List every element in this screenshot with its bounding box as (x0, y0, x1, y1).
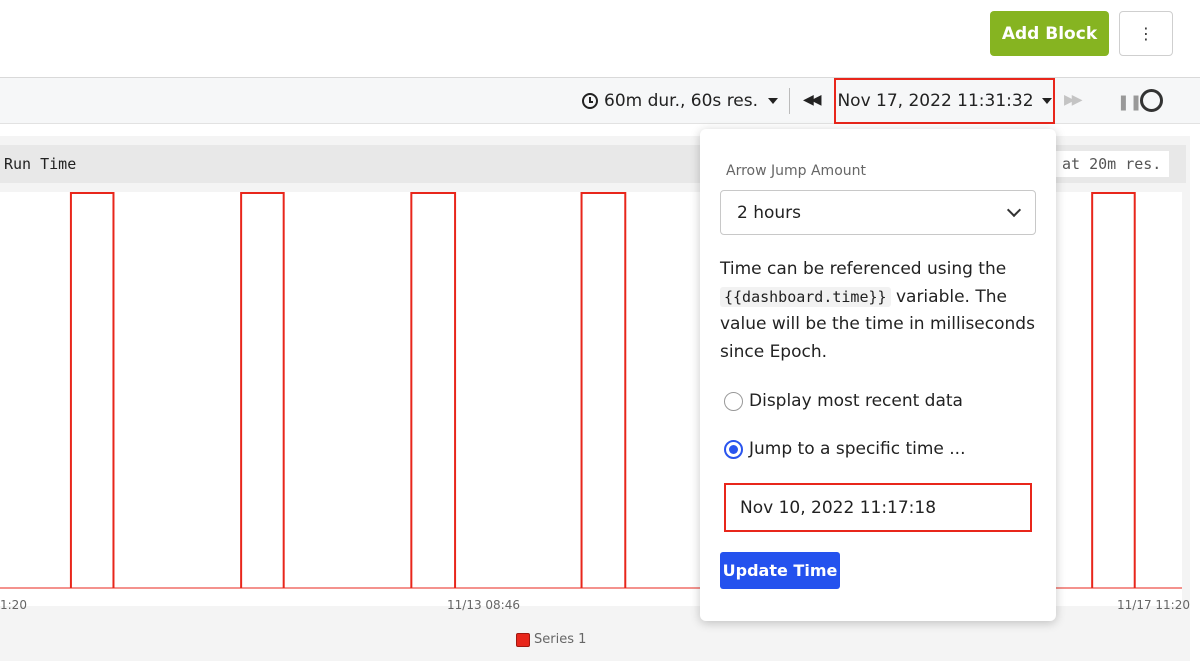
specific-time-value: Nov 10, 2022 11:17:18 (740, 497, 937, 518)
radio-most-recent[interactable]: Display most recent data (724, 391, 963, 411)
more-options-button[interactable]: ⋮ (1119, 11, 1173, 56)
current-time-label: Nov 17, 2022 11:31:32 (837, 91, 1034, 111)
series-pulse (1091, 192, 1136, 588)
chart-title: Run Time (4, 155, 77, 173)
refresh-spinner-icon (1140, 89, 1163, 112)
duration-label: 60m dur., 60s res. (604, 91, 759, 111)
specific-time-input[interactable]: Nov 10, 2022 11:17:18 (724, 483, 1032, 532)
info-text-before: Time can be referenced using the (720, 259, 1007, 279)
resolution-label: at 20m res. (1054, 151, 1170, 177)
jump-amount-value: 2 hours (737, 202, 802, 223)
series-pulse (410, 192, 457, 588)
chart-legend[interactable]: Series 1 (516, 632, 586, 647)
radio-most-recent-label: Display most recent data (749, 391, 963, 411)
x-tick-label: 1:20 (0, 598, 27, 612)
toolbar-divider (789, 88, 790, 114)
series-pulse (580, 192, 627, 588)
time-picker-popover: Arrow Jump Amount 2 hours Time can be re… (700, 129, 1056, 621)
clock-icon (582, 93, 598, 109)
top-header: Add Block ⋮ (0, 0, 1200, 78)
time-variable-info: Time can be referenced using the {{dashb… (720, 256, 1040, 366)
series-pulse (240, 192, 285, 588)
kebab-menu-icon: ⋮ (1138, 24, 1154, 43)
radio-unselected-icon[interactable] (724, 391, 743, 411)
fast-forward-icon[interactable]: ▶▶ (1064, 92, 1082, 108)
legend-swatch (516, 632, 530, 647)
time-toolbar: 60m dur., 60s res. ◀◀ Nov 17, 2022 11:31… (0, 78, 1200, 124)
duration-dropdown[interactable]: 60m dur., 60s res. (582, 89, 779, 113)
legend-label: Series 1 (534, 632, 587, 647)
radio-specific-time[interactable]: Jump to a specific time ... (724, 439, 966, 459)
radio-specific-time-label: Jump to a specific time ... (749, 439, 966, 459)
pause-icon[interactable]: ❚❚ (1117, 93, 1142, 111)
radio-selected-icon[interactable] (724, 439, 743, 459)
series-pulse (69, 192, 115, 588)
rewind-icon[interactable]: ◀◀ (803, 92, 821, 108)
jump-amount-label: Arrow Jump Amount (726, 163, 866, 179)
current-time-dropdown[interactable]: Nov 17, 2022 11:31:32 (834, 78, 1055, 124)
add-block-button[interactable]: Add Block (990, 11, 1109, 56)
caret-down-icon (768, 98, 779, 104)
update-time-button[interactable]: Update Time (720, 552, 840, 589)
chevron-down-icon (1006, 202, 1022, 217)
x-tick-label: 11/17 11:20 (1117, 598, 1190, 612)
jump-amount-select[interactable]: 2 hours (720, 190, 1036, 235)
x-tick-label: 11/13 08:46 (447, 598, 520, 612)
dashboard-time-variable: {{dashboard.time}} (720, 286, 891, 307)
caret-down-icon (1041, 98, 1052, 104)
